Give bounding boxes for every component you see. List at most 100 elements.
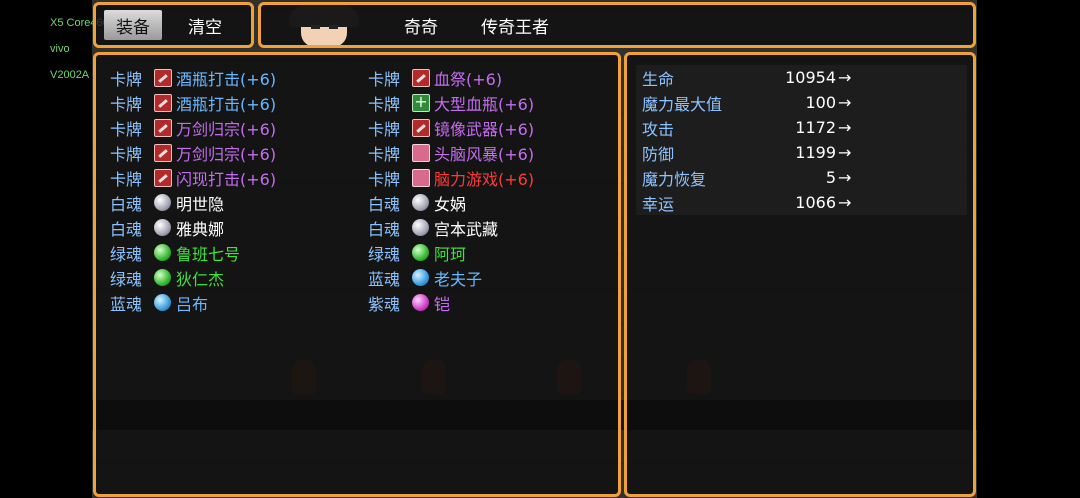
purple-orb-icon [412, 294, 429, 311]
equipment-slot[interactable]: 卡牌 血祭(+6) [368, 65, 534, 90]
equipment-slot[interactable]: 蓝魂 吕布 [110, 290, 276, 315]
red-card-icon [154, 168, 172, 187]
stat-label: 幸运 [642, 194, 675, 214]
stat-label: 攻击 [642, 119, 675, 139]
white-orb-icon [154, 219, 171, 236]
stat-value: 10954 [785, 68, 836, 87]
equipment-panel: 卡牌 酒瓶打击(+6) 卡牌 酒瓶打击(+6) 卡牌 万剑归宗(+6) 卡牌 万剑归宗(+6)… [93, 52, 621, 497]
equipment-slot[interactable]: 蓝魂 老夫子 [368, 265, 534, 290]
equipment-name: 酒瓶打击(+6) [176, 69, 277, 89]
red-card-icon [154, 93, 172, 112]
equipment-slot[interactable]: 卡牌 万剑归宗(+6) [110, 140, 276, 165]
equipment-name: 镜像武器(+6) [434, 119, 535, 139]
equipment-slot[interactable]: 卡牌 大型血瓶(+6) [368, 90, 534, 115]
equipment-name: 女娲 [434, 194, 467, 214]
red-card-icon [154, 118, 172, 137]
equipment-type: 绿魂 [110, 244, 143, 264]
red-card-icon [154, 68, 172, 87]
equipment-type: 白魂 [368, 219, 401, 239]
stats-list: 生命 10954 → 魔力最大值 100 → 攻击 1172 → 防御 1199 → 魔力恢复 5 → 幸运 1… [636, 65, 967, 215]
green-orb-icon [154, 244, 171, 261]
stat-row: 幸运 1066 → [636, 190, 967, 215]
equipment-type: 卡牌 [368, 169, 401, 189]
arrow-icon: → [838, 93, 852, 112]
character-portrait[interactable] [281, 5, 367, 45]
equipment-column-right: 卡牌血祭(+6)卡牌大型血瓶(+6)卡牌镜像武器(+6)卡牌头脑风暴(+6)卡牌… [368, 65, 534, 315]
equipment-type: 绿魂 [368, 244, 401, 264]
equipment-name: 万剑归宗(+6) [176, 144, 277, 164]
equipment-type: 卡牌 [110, 94, 143, 114]
equipment-type: 卡牌 [368, 69, 401, 89]
green-orb-icon [412, 244, 429, 261]
equipment-slot[interactable]: 卡牌 脑力游戏(+6) [368, 165, 534, 190]
equipment-type: 白魂 [368, 194, 401, 214]
equipment-type: 蓝魂 [110, 294, 143, 314]
equipment-slot[interactable]: 白魂 宫本武藏 [368, 215, 534, 240]
equipment-type: 卡牌 [368, 144, 401, 164]
equipment-name: 老夫子 [434, 269, 483, 289]
equipment-slot[interactable]: 绿魂 鲁班七号 [110, 240, 276, 265]
equipment-name: 鲁班七号 [176, 244, 241, 264]
stat-label: 生命 [642, 69, 675, 89]
equipment-name: 大型血瓶(+6) [434, 94, 535, 114]
equipment-name: 闪现打击(+6) [176, 169, 277, 189]
arrow-icon: → [838, 193, 852, 212]
equipment-name: 阿珂 [434, 244, 467, 264]
stat-label: 魔力恢复 [642, 169, 707, 189]
equipment-slot[interactable]: 绿魂 阿珂 [368, 240, 534, 265]
red-card-icon [412, 118, 430, 137]
equipment-name: 吕布 [176, 294, 209, 314]
equipment-type: 紫魂 [368, 294, 401, 314]
equipment-name: 宫本武藏 [434, 219, 499, 239]
pink-card-icon [412, 168, 430, 187]
equipment-type: 卡牌 [368, 119, 401, 139]
stat-label: 魔力最大值 [642, 94, 723, 114]
arrow-icon: → [838, 143, 852, 162]
equipment-name: 雅典娜 [176, 219, 225, 239]
blue-orb-icon [412, 269, 429, 286]
equipment-slot[interactable]: 卡牌 万剑归宗(+6) [110, 115, 276, 140]
equipment-slot[interactable]: 卡牌 头脑风暴(+6) [368, 140, 534, 165]
stat-value: 1172 [795, 118, 836, 137]
stat-row: 攻击 1172 → [636, 115, 967, 140]
equipment-slot[interactable]: 绿魂 狄仁杰 [110, 265, 276, 290]
equipment-type: 白魂 [110, 194, 143, 214]
equipment-type: 卡牌 [110, 169, 143, 189]
arrow-icon: → [838, 168, 852, 187]
equipment-type: 卡牌 [368, 94, 401, 114]
white-orb-icon [412, 194, 429, 211]
equipment-slot[interactable]: 白魂 女娲 [368, 190, 534, 215]
equipment-slot[interactable]: 白魂 明世隐 [110, 190, 276, 215]
equipment-slot[interactable]: 卡牌 闪现打击(+6) [110, 165, 276, 190]
equipment-type: 白魂 [110, 219, 143, 239]
stat-row: 生命 10954 → [636, 65, 967, 90]
arrow-icon: → [838, 118, 852, 137]
blue-orb-icon [154, 294, 171, 311]
equipment-name: 铠 [434, 294, 451, 314]
equipment-slot[interactable]: 卡牌 酒瓶打击(+6) [110, 65, 276, 90]
equipment-slot[interactable]: 白魂 雅典娜 [110, 215, 276, 240]
equipment-type: 蓝魂 [368, 269, 401, 289]
equipment-name: 脑力游戏(+6) [434, 169, 535, 189]
equipment-type: 卡牌 [110, 144, 143, 164]
equipment-name: 万剑归宗(+6) [176, 119, 277, 139]
green-orb-icon [154, 269, 171, 286]
clear-button[interactable]: 清空 [176, 10, 234, 40]
character-bar: 奇奇 传奇王者 [258, 2, 976, 48]
equipment-name: 明世隐 [176, 194, 225, 214]
equipment-name: 头脑风暴(+6) [434, 144, 535, 164]
equipment-slot[interactable]: 紫魂 铠 [368, 290, 534, 315]
pink-card-icon [412, 143, 430, 162]
red-card-icon [412, 68, 430, 87]
equipment-slot[interactable]: 卡牌 酒瓶打击(+6) [110, 90, 276, 115]
tab-equip[interactable]: 装备 [104, 10, 162, 40]
red-card-icon [154, 143, 172, 162]
equipment-type: 卡牌 [110, 69, 143, 89]
stat-value: 5 [825, 168, 836, 187]
stat-row: 魔力最大值 100 → [636, 90, 967, 115]
equipment-slot[interactable]: 卡牌 镜像武器(+6) [368, 115, 534, 140]
stat-value: 100 [805, 93, 836, 112]
equipment-name: 血祭(+6) [434, 69, 503, 89]
stat-value: 1066 [795, 193, 836, 212]
character-name: 奇奇 [404, 17, 438, 38]
